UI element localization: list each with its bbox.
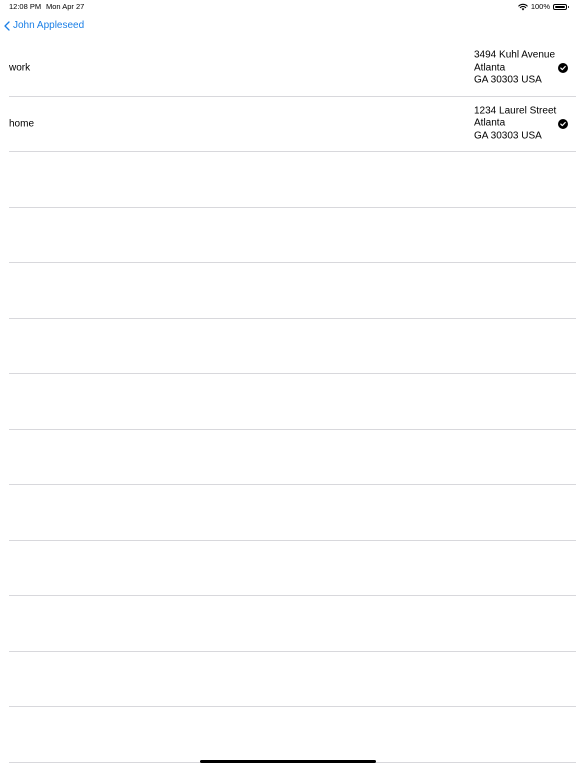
status-time: 12:08 PM [9, 2, 42, 11]
address-line: 1234 Laurel Street [474, 105, 557, 116]
address-row-home[interactable]: home 1234 Laurel Street Atlanta GA 30303… [9, 97, 576, 152]
address-label: home [9, 118, 35, 130]
address-line: 3494 Kuhl Avenue [474, 49, 556, 61]
address-line: GA 30303 USA [474, 130, 542, 141]
wifi-icon [518, 3, 528, 10]
back-button-label: John Appleseed [13, 20, 85, 31]
checkmark-circle-icon [558, 63, 568, 74]
empty-row [9, 652, 576, 707]
battery-icon [553, 3, 569, 10]
back-button[interactable]: John Appleseed [4, 20, 84, 31]
battery-level [555, 5, 565, 8]
screen: 12:08 PM Mon Apr 27 100% John Appleseed … [0, 0, 576, 768]
empty-row [9, 374, 576, 430]
empty-row [9, 707, 576, 763]
address-line: Atlanta [474, 62, 506, 73]
battery-percent: 100% [530, 2, 550, 11]
status-indicators: 100% [518, 2, 569, 11]
empty-row [9, 263, 576, 319]
empty-row [9, 541, 576, 596]
address-text: 3494 Kuhl Avenue Atlanta GA 30303 USA [474, 50, 555, 88]
empty-row [9, 430, 576, 485]
empty-row [9, 319, 576, 374]
address-line: GA 30303 USA [474, 74, 542, 86]
address-list: work 3494 Kuhl Avenue Atlanta GA 30303 U… [0, 41, 576, 763]
home-indicator [200, 760, 376, 763]
nav-bar: John Appleseed [0, 18, 576, 40]
address-label: work [9, 62, 31, 74]
battery-tip [567, 5, 569, 8]
address-line: Atlanta [474, 117, 506, 129]
address-row-work[interactable]: work 3494 Kuhl Avenue Atlanta GA 30303 U… [9, 41, 576, 97]
empty-row [9, 152, 576, 208]
checkmark-circle-icon [558, 118, 568, 129]
empty-row [9, 485, 576, 541]
chevron-left-icon [4, 20, 10, 31]
status-date: Mon Apr 27 [46, 2, 85, 11]
empty-row [9, 208, 576, 263]
empty-row [9, 596, 576, 652]
status-bar: 12:08 PM Mon Apr 27 100% [0, 0, 576, 14]
address-text: 1234 Laurel Street Atlanta GA 30303 USA [474, 105, 556, 143]
